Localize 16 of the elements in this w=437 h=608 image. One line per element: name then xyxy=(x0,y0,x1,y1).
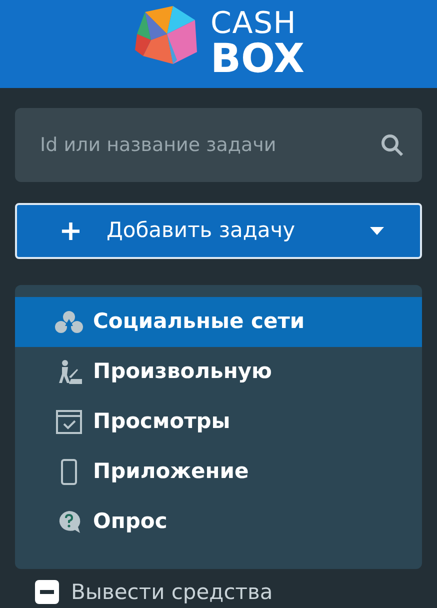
browser-check-icon xyxy=(55,408,83,434)
search-icon[interactable] xyxy=(380,132,404,156)
logo-text: CASH xyxy=(210,8,298,39)
three-circles-icon xyxy=(55,310,83,334)
logo-text: BOX xyxy=(210,38,304,79)
caret-icon xyxy=(370,226,384,234)
menu-item[interactable]: Опрос xyxy=(15,496,422,546)
withdraw-link[interactable]: Вывести средства xyxy=(71,576,273,608)
menu-item[interactable]: Просмотры xyxy=(15,396,422,446)
menu-item[interactable]: Произвольную xyxy=(15,346,422,396)
plus-icon: + xyxy=(59,216,82,244)
menu-item[interactable]: Приложение xyxy=(15,446,422,496)
menu-item[interactable]: Социальные сети xyxy=(15,296,422,346)
add-task-button[interactable]: + Добавить задачу xyxy=(15,202,422,258)
minus-square-icon xyxy=(35,580,59,604)
search-field[interactable]: Id или название задачи xyxy=(15,108,422,182)
